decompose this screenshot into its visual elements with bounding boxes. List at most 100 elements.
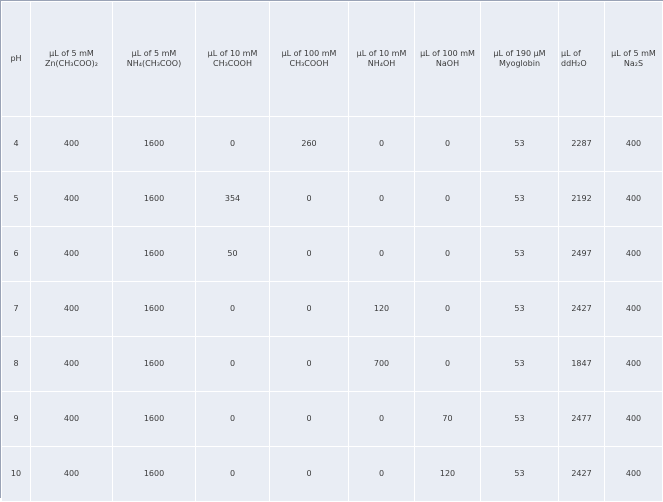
volume-cell: 0 xyxy=(348,446,415,502)
column-header-line: CH₃COOH xyxy=(212,59,252,68)
volume-cell: 53 xyxy=(480,336,559,392)
volume-cell: 70 xyxy=(414,391,481,447)
column-header-1: µL of 5 mM Zn(CH₃COO)₂ xyxy=(30,1,113,117)
volume-cell: 0 xyxy=(269,391,349,447)
volume-cell: 260 xyxy=(269,116,349,172)
volume-cell: 0 xyxy=(348,391,415,447)
volume-cell: 1600 xyxy=(112,391,196,447)
volume-cell: 400 xyxy=(30,226,113,282)
volume-cell: 400 xyxy=(604,116,663,172)
volume-cell: 1600 xyxy=(112,446,196,502)
volume-cell: 53 xyxy=(480,171,559,227)
volume-cell: 0 xyxy=(269,171,349,227)
volume-cell: 0 xyxy=(348,171,415,227)
column-header-line: µL of 100 mM xyxy=(420,49,475,58)
volume-cell: 2477 xyxy=(558,391,605,447)
column-header-line: µL of 100 mM xyxy=(281,49,337,58)
table-body: 4 400 1600 0 260 0 0 53 2287 400 5 400 1600 354 0 0 0 53 2… xyxy=(1,116,663,502)
table-row: 6 400 1600 50 0 0 0 53 2497 400 xyxy=(1,226,663,282)
volume-cell: 400 xyxy=(604,226,663,282)
volume-cell: 0 xyxy=(269,336,349,392)
ph-value-cell: 5 xyxy=(1,171,31,227)
reagent-volume-table: pH µL of 5 mM Zn(CH₃COO)₂ µL of 5 mM NH₄(CH₃… xyxy=(1,1,663,502)
volume-cell: 1600 xyxy=(112,336,196,392)
column-header-line: µL of 5 mM xyxy=(611,49,656,58)
volume-cell: 400 xyxy=(30,171,113,227)
volume-cell: 50 xyxy=(195,226,270,282)
volume-cell: 400 xyxy=(30,116,113,172)
reagent-table-sheet: pH µL of 5 mM Zn(CH₃COO)₂ µL of 5 mM NH₄(CH₃… xyxy=(0,0,663,502)
ph-value-cell: 6 xyxy=(1,226,31,282)
column-header-5: µL of 10 mM NH₄OH xyxy=(348,1,415,117)
column-header-8: µL of ddH₂O xyxy=(558,1,605,117)
column-header-line: ddH₂O xyxy=(561,59,587,68)
volume-cell: 400 xyxy=(604,281,663,337)
column-header-4: µL of 100 mM CH₃COOH xyxy=(269,1,349,117)
volume-cell: 0 xyxy=(414,336,481,392)
column-header-line: µL of 10 mM xyxy=(356,49,407,58)
column-header-line: Myoglobin xyxy=(498,59,541,68)
ph-value-cell: 8 xyxy=(1,336,31,392)
volume-cell: 400 xyxy=(30,446,113,502)
volume-cell: 0 xyxy=(414,281,481,337)
volume-cell: 400 xyxy=(604,446,663,502)
column-header-3: µL of 10 mM CH₃COOH xyxy=(195,1,270,117)
volume-cell: 1600 xyxy=(112,171,196,227)
volume-cell: 400 xyxy=(30,281,113,337)
volume-cell: 1847 xyxy=(558,336,605,392)
column-header-7: µL of 190 µM Myoglobin xyxy=(480,1,559,117)
volume-cell: 0 xyxy=(195,336,270,392)
volume-cell: 1600 xyxy=(112,226,196,282)
volume-cell: 53 xyxy=(480,281,559,337)
volume-cell: 2427 xyxy=(558,281,605,337)
volume-cell: 120 xyxy=(414,446,481,502)
volume-cell: 400 xyxy=(604,171,663,227)
table-row: 8 400 1600 0 0 700 0 53 1847 400 xyxy=(1,336,663,392)
ph-value-cell: 10 xyxy=(1,446,31,502)
volume-cell: 0 xyxy=(414,116,481,172)
volume-cell: 53 xyxy=(480,116,559,172)
header-row: pH µL of 5 mM Zn(CH₃COO)₂ µL of 5 mM NH₄(CH₃… xyxy=(1,1,663,117)
table-row: 7 400 1600 0 0 120 0 53 2427 400 xyxy=(1,281,663,337)
volume-cell: 53 xyxy=(480,391,559,447)
volume-cell: 0 xyxy=(414,171,481,227)
volume-cell: 0 xyxy=(348,226,415,282)
ph-value-cell: 9 xyxy=(1,391,31,447)
column-header-line: µL of xyxy=(561,49,581,58)
table-row: 4 400 1600 0 260 0 0 53 2287 400 xyxy=(1,116,663,172)
table-row: 9 400 1600 0 0 0 70 53 2477 400 xyxy=(1,391,663,447)
volume-cell: 2287 xyxy=(558,116,605,172)
volume-cell: 354 xyxy=(195,171,270,227)
column-header-line: Zn(CH₃COO)₂ xyxy=(45,59,98,68)
volume-cell: 0 xyxy=(195,391,270,447)
volume-cell: 2192 xyxy=(558,171,605,227)
column-header-line: µL of 190 µM xyxy=(493,49,546,58)
column-header-9: µL of 5 mM Na₂S xyxy=(604,1,663,117)
volume-cell: 2427 xyxy=(558,446,605,502)
column-header-line: NaOH xyxy=(435,59,460,68)
volume-cell: 0 xyxy=(414,226,481,282)
volume-cell: 120 xyxy=(348,281,415,337)
volume-cell: 700 xyxy=(348,336,415,392)
volume-cell: 0 xyxy=(348,116,415,172)
column-header-line: µL of 10 mM xyxy=(207,49,258,58)
table-row: 10 400 1600 0 0 0 120 53 2427 400 xyxy=(1,446,663,502)
volume-cell: 0 xyxy=(269,226,349,282)
column-header-line: NH₄OH xyxy=(367,59,396,68)
volume-cell: 1600 xyxy=(112,281,196,337)
column-header-0: pH xyxy=(1,1,31,117)
volume-cell: 400 xyxy=(30,336,113,392)
column-header-line: CH₃COOH xyxy=(289,59,329,68)
table-row: 5 400 1600 354 0 0 0 53 2192 400 xyxy=(1,171,663,227)
column-header-6: µL of 100 mM NaOH xyxy=(414,1,481,117)
column-header-line: pH xyxy=(10,54,22,63)
column-header-line: Na₂S xyxy=(623,59,644,68)
volume-cell: 0 xyxy=(195,281,270,337)
ph-value-cell: 7 xyxy=(1,281,31,337)
column-header-line: µL of 5 mM xyxy=(131,49,177,58)
volume-cell: 0 xyxy=(269,446,349,502)
volume-cell: 0 xyxy=(269,281,349,337)
column-header-line: NH₄(CH₃COO) xyxy=(126,59,182,68)
volume-cell: 400 xyxy=(604,391,663,447)
volume-cell: 1600 xyxy=(112,116,196,172)
